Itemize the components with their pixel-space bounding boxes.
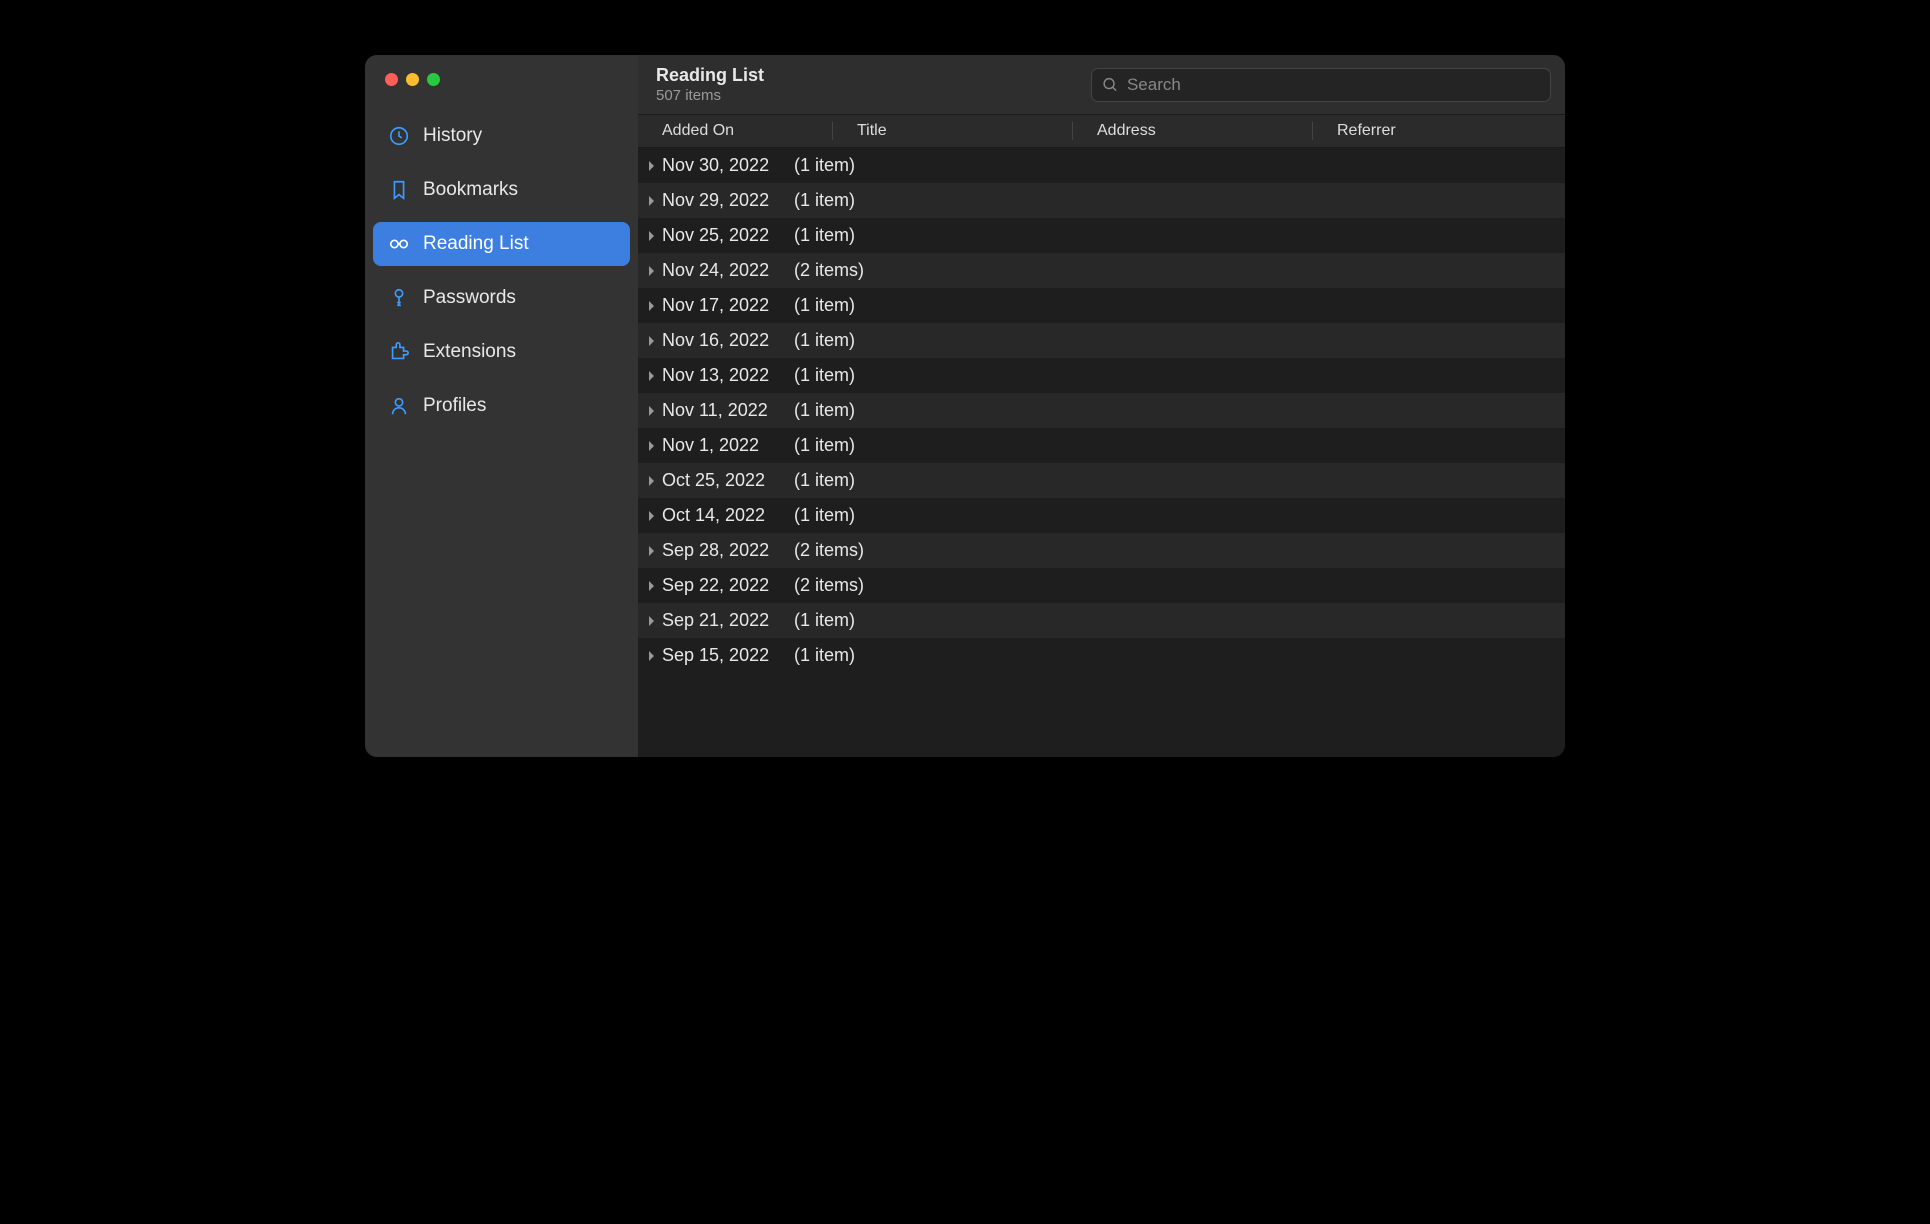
row-count: (1 item): [794, 505, 855, 526]
sidebar-item-label: Bookmarks: [423, 179, 518, 201]
row-date: Nov 16, 2022: [662, 330, 790, 351]
key-icon: [387, 286, 411, 310]
list-group-row[interactable]: Nov 1, 2022(1 item): [638, 428, 1565, 463]
maximize-button[interactable]: [427, 73, 440, 86]
chevron-right-icon[interactable]: [646, 650, 658, 662]
list-group-row[interactable]: Sep 28, 2022(2 items): [638, 533, 1565, 568]
row-date: Sep 15, 2022: [662, 645, 790, 666]
row-date: Nov 11, 2022: [662, 400, 790, 421]
list-group-row[interactable]: Nov 16, 2022(1 item): [638, 323, 1565, 358]
column-title[interactable]: Title: [833, 122, 1073, 140]
search-box[interactable]: [1091, 68, 1551, 102]
row-date: Nov 30, 2022: [662, 155, 790, 176]
row-date: Sep 22, 2022: [662, 575, 790, 596]
chevron-right-icon[interactable]: [646, 440, 658, 452]
clock-icon: [387, 124, 411, 148]
row-count: (1 item): [794, 470, 855, 491]
glasses-icon: [387, 232, 411, 256]
chevron-right-icon[interactable]: [646, 615, 658, 627]
sidebar-item-reading-list[interactable]: Reading List: [373, 222, 630, 266]
chevron-right-icon[interactable]: [646, 160, 658, 172]
row-date: Nov 13, 2022: [662, 365, 790, 386]
main-content: Reading List 507 items Added On Title Ad…: [638, 55, 1565, 757]
row-date: Nov 29, 2022: [662, 190, 790, 211]
row-count: (1 item): [794, 295, 855, 316]
bookmark-icon: [387, 178, 411, 202]
rows-container: Nov 30, 2022(1 item)Nov 29, 2022(1 item)…: [638, 148, 1565, 757]
sidebar-item-bookmarks[interactable]: Bookmarks: [373, 168, 630, 212]
sidebar-item-passwords[interactable]: Passwords: [373, 276, 630, 320]
person-icon: [387, 394, 411, 418]
chevron-right-icon[interactable]: [646, 475, 658, 487]
chevron-right-icon[interactable]: [646, 545, 658, 557]
sidebar-item-profiles[interactable]: Profiles: [373, 384, 630, 428]
search-icon: [1102, 76, 1119, 94]
header-title-group: Reading List 507 items: [656, 65, 764, 104]
item-count: 507 items: [656, 87, 764, 104]
row-count: (1 item): [794, 190, 855, 211]
chevron-right-icon[interactable]: [646, 335, 658, 347]
chevron-right-icon[interactable]: [646, 405, 658, 417]
sidebar-item-label: Profiles: [423, 395, 486, 417]
list-group-row[interactable]: Nov 11, 2022(1 item): [638, 393, 1565, 428]
row-count: (2 items): [794, 575, 864, 596]
sidebar: History Bookmarks Reading List: [365, 55, 638, 757]
row-date: Nov 24, 2022: [662, 260, 790, 281]
list-group-row[interactable]: Sep 21, 2022(1 item): [638, 603, 1565, 638]
column-address[interactable]: Address: [1073, 122, 1313, 140]
row-count: (1 item): [794, 330, 855, 351]
row-count: (1 item): [794, 435, 855, 456]
row-date: Nov 1, 2022: [662, 435, 790, 456]
list-group-row[interactable]: Nov 13, 2022(1 item): [638, 358, 1565, 393]
list-group-row[interactable]: Oct 14, 2022(1 item): [638, 498, 1565, 533]
row-date: Oct 14, 2022: [662, 505, 790, 526]
sidebar-item-label: Extensions: [423, 341, 516, 363]
sidebar-nav: History Bookmarks Reading List: [365, 114, 638, 428]
chevron-right-icon[interactable]: [646, 265, 658, 277]
list-group-row[interactable]: Nov 17, 2022(1 item): [638, 288, 1565, 323]
column-referrer[interactable]: Referrer: [1313, 122, 1565, 140]
columns-header: Added On Title Address Referrer: [638, 115, 1565, 148]
list-group-row[interactable]: Nov 30, 2022(1 item): [638, 148, 1565, 183]
puzzle-icon: [387, 340, 411, 364]
sidebar-item-extensions[interactable]: Extensions: [373, 330, 630, 374]
column-added-on[interactable]: Added On: [638, 122, 833, 140]
chevron-right-icon[interactable]: [646, 195, 658, 207]
search-input[interactable]: [1127, 75, 1540, 95]
row-date: Nov 17, 2022: [662, 295, 790, 316]
sidebar-item-label: Passwords: [423, 287, 516, 309]
chevron-right-icon[interactable]: [646, 230, 658, 242]
row-count: (1 item): [794, 365, 855, 386]
row-count: (2 items): [794, 540, 864, 561]
row-count: (1 item): [794, 400, 855, 421]
minimize-button[interactable]: [406, 73, 419, 86]
list-group-row[interactable]: Sep 22, 2022(2 items): [638, 568, 1565, 603]
row-date: Sep 21, 2022: [662, 610, 790, 631]
row-count: (1 item): [794, 155, 855, 176]
traffic-lights: [365, 73, 638, 86]
row-count: (1 item): [794, 225, 855, 246]
row-date: Sep 28, 2022: [662, 540, 790, 561]
list-group-row[interactable]: Nov 24, 2022(2 items): [638, 253, 1565, 288]
list-group-row[interactable]: Nov 29, 2022(1 item): [638, 183, 1565, 218]
list-group-row[interactable]: Oct 25, 2022(1 item): [638, 463, 1565, 498]
chevron-right-icon[interactable]: [646, 580, 658, 592]
chevron-right-icon[interactable]: [646, 370, 658, 382]
row-date: Oct 25, 2022: [662, 470, 790, 491]
close-button[interactable]: [385, 73, 398, 86]
list-group-row[interactable]: Sep 15, 2022(1 item): [638, 638, 1565, 673]
header: Reading List 507 items: [638, 55, 1565, 115]
sidebar-item-label: Reading List: [423, 233, 529, 255]
row-count: (1 item): [794, 645, 855, 666]
row-date: Nov 25, 2022: [662, 225, 790, 246]
sidebar-item-label: History: [423, 125, 482, 147]
sidebar-item-history[interactable]: History: [373, 114, 630, 158]
list-group-row[interactable]: Nov 25, 2022(1 item): [638, 218, 1565, 253]
chevron-right-icon[interactable]: [646, 510, 658, 522]
app-window: History Bookmarks Reading List: [365, 55, 1565, 757]
chevron-right-icon[interactable]: [646, 300, 658, 312]
row-count: (2 items): [794, 260, 864, 281]
page-title: Reading List: [656, 65, 764, 86]
row-count: (1 item): [794, 610, 855, 631]
